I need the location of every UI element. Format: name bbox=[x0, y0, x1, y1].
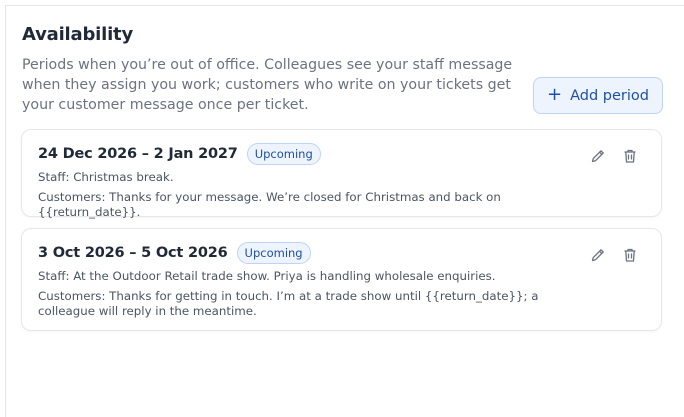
period-date-range: 24 Dec 2026 – 2 Jan 2027 bbox=[38, 146, 238, 162]
period-actions bbox=[589, 246, 639, 264]
pencil-icon[interactable] bbox=[589, 246, 607, 264]
period-date-range: 3 Oct 2026 – 5 Oct 2026 bbox=[38, 245, 228, 261]
period-actions bbox=[589, 147, 639, 165]
period-card: 3 Oct 2026 – 5 Oct 2026 Upcoming Staff: … bbox=[21, 228, 662, 331]
section-description: Periods when you’re out of office. Colle… bbox=[22, 57, 513, 113]
period-header: 24 Dec 2026 – 2 Jan 2027 Upcoming bbox=[38, 143, 321, 165]
period-card: 24 Dec 2026 – 2 Jan 2027 Upcoming Staff:… bbox=[21, 129, 662, 219]
status-badge: Upcoming bbox=[246, 143, 321, 165]
staff-message: Staff: At the Outdoor Retail trade show.… bbox=[38, 269, 496, 283]
trash-icon[interactable] bbox=[621, 147, 639, 165]
customer-message: Customers: Thanks for getting in touch. … bbox=[38, 289, 539, 318]
trash-icon[interactable] bbox=[621, 246, 639, 264]
pencil-icon[interactable] bbox=[589, 147, 607, 165]
status-badge: Upcoming bbox=[236, 242, 311, 264]
add-period-label: Add period bbox=[570, 87, 649, 104]
section-title: Availability bbox=[22, 24, 133, 45]
staff-message: Staff: Christmas break. bbox=[38, 170, 174, 184]
period-header: 3 Oct 2026 – 5 Oct 2026 Upcoming bbox=[38, 242, 311, 264]
plus-icon: + bbox=[547, 83, 563, 105]
add-period-button[interactable]: + Add period bbox=[533, 77, 663, 114]
customer-message: Customers: Thanks for your message. We’r… bbox=[38, 190, 501, 219]
